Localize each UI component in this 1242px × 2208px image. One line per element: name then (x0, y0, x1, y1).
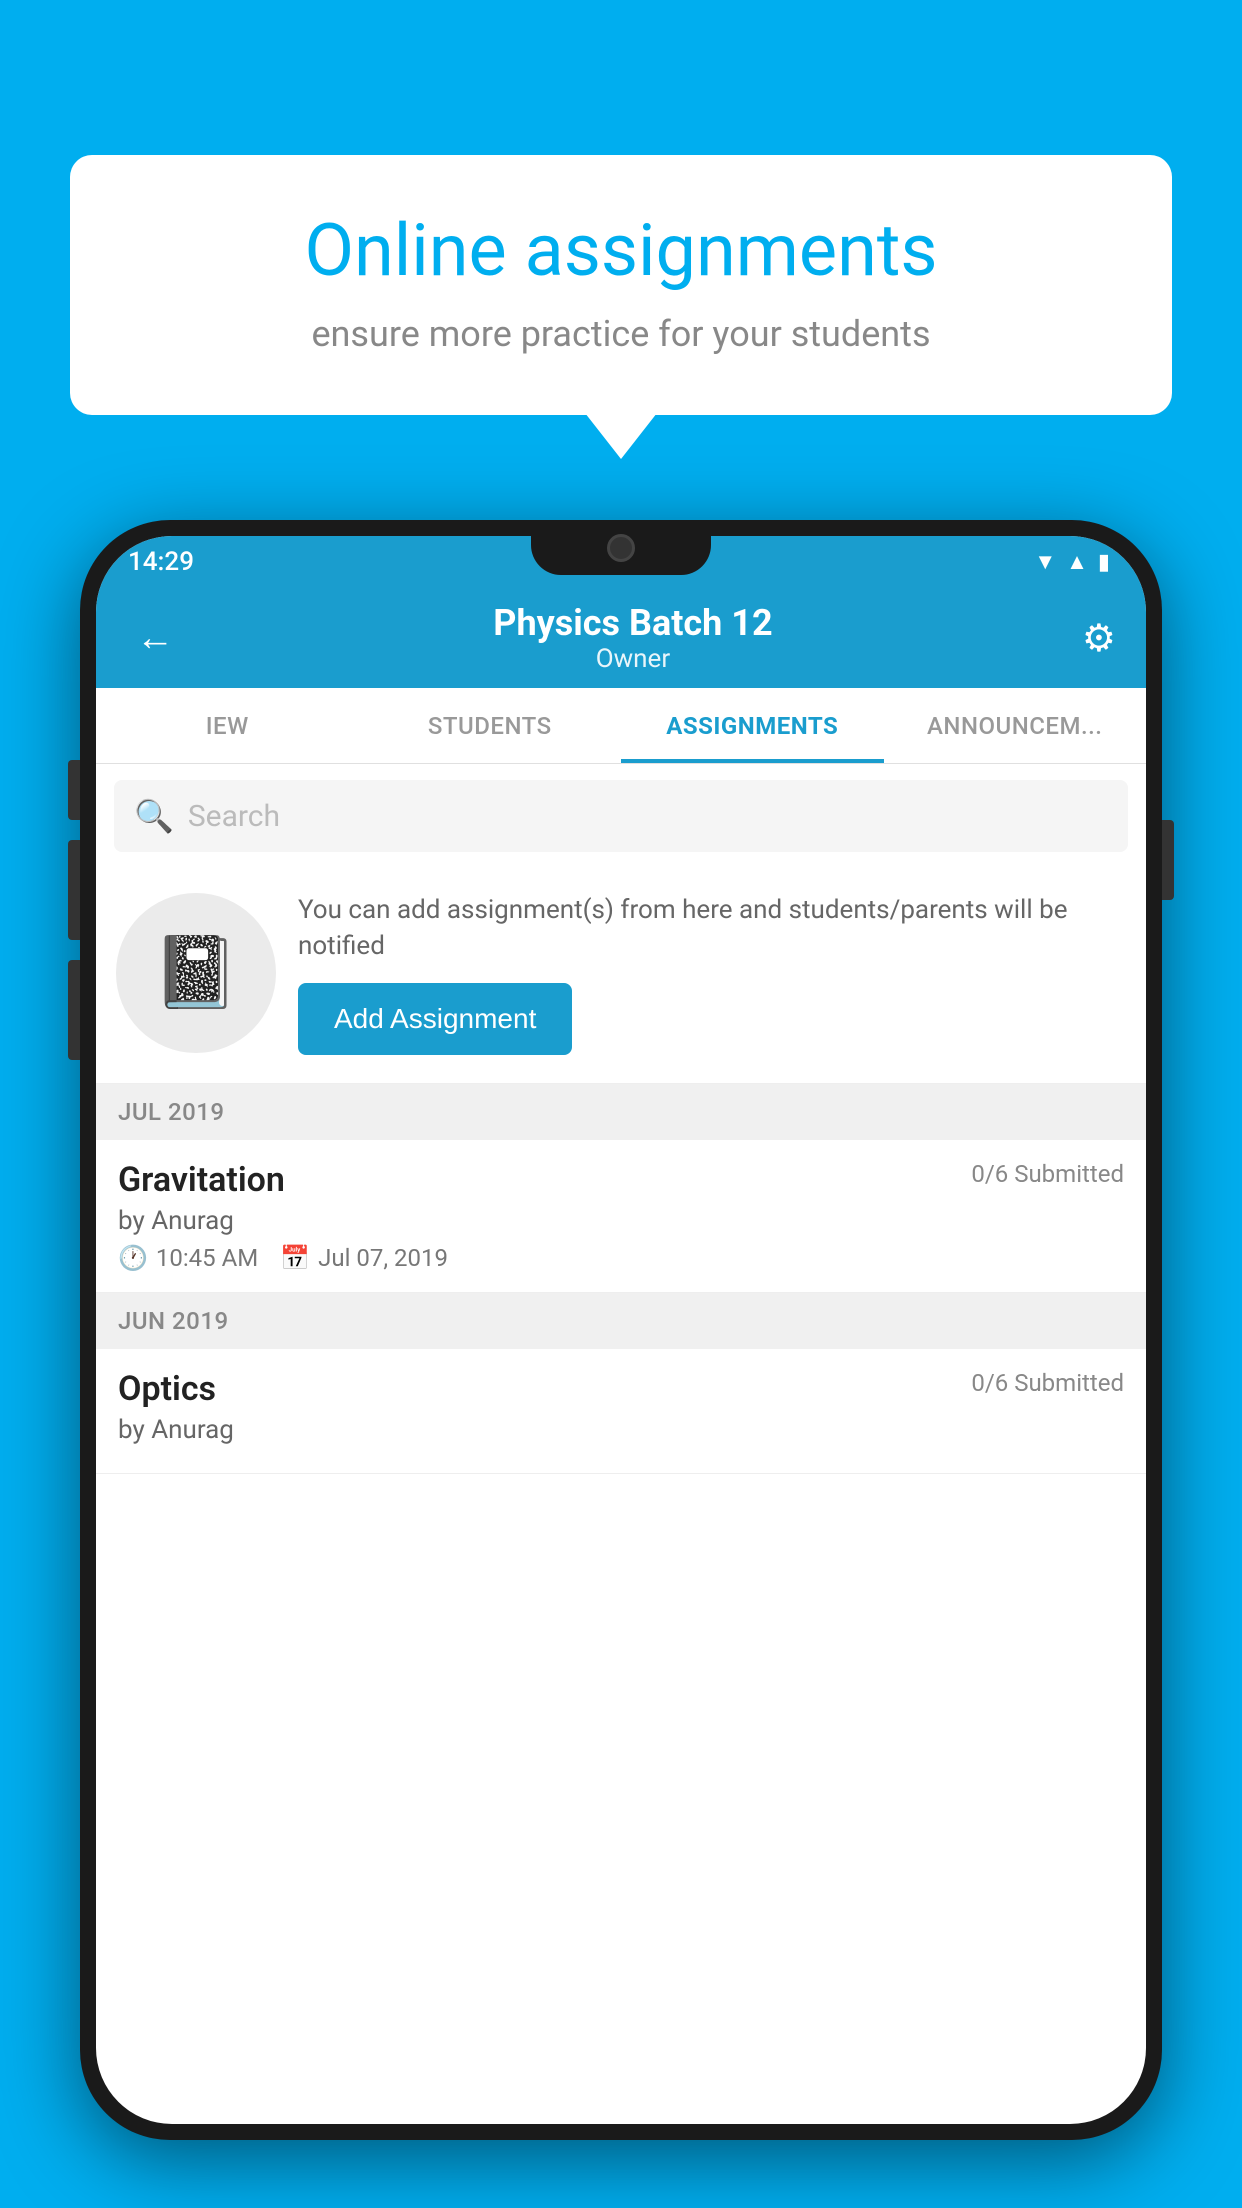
search-container: 🔍 Search (96, 764, 1146, 868)
tab-students[interactable]: STUDENTS (359, 688, 622, 763)
assignment-item-gravitation[interactable]: Gravitation 0/6 Submitted by Anurag 🕐 10… (96, 1140, 1146, 1293)
volume-up-button (68, 840, 80, 940)
top-bar-center: Physics Batch 12 Owner (493, 602, 772, 674)
phone-camera (607, 534, 635, 562)
status-icons: ▼ ▲ ▮ (1034, 549, 1110, 575)
search-icon: 🔍 (134, 797, 174, 835)
notebook-icon: 📓 (152, 932, 239, 1014)
assignment-title-optics: Optics (118, 1369, 216, 1409)
assignment-submitted-optics: 0/6 Submitted (971, 1369, 1124, 1397)
phone-screen: 14:29 ▼ ▲ ▮ ← Physics Batch 12 Owner ⚙ (96, 536, 1146, 2124)
assignment-submitted-gravitation: 0/6 Submitted (971, 1160, 1124, 1188)
screen-content: 14:29 ▼ ▲ ▮ ← Physics Batch 12 Owner ⚙ (96, 536, 1146, 2124)
status-time: 14:29 (128, 547, 194, 577)
search-input[interactable]: Search (188, 799, 280, 834)
speech-bubble: Online assignments ensure more practice … (70, 155, 1172, 415)
add-assignment-content: You can add assignment(s) from here and … (298, 892, 1122, 1055)
tabs-bar: IEW STUDENTS ASSIGNMENTS ANNOUNCEM... (96, 688, 1146, 764)
clock-icon: 🕐 (118, 1244, 148, 1272)
phone-mockup: 14:29 ▼ ▲ ▮ ← Physics Batch 12 Owner ⚙ (80, 520, 1162, 2208)
back-button[interactable]: ← (126, 606, 184, 670)
assignment-title-gravitation: Gravitation (118, 1160, 285, 1200)
search-bar[interactable]: 🔍 Search (114, 780, 1128, 852)
owner-label: Owner (493, 644, 772, 674)
bubble-title: Online assignments (130, 210, 1112, 293)
volume-down-button (68, 960, 80, 1060)
assignment-meta-gravitation: 🕐 10:45 AM 📅 Jul 07, 2019 (118, 1244, 1124, 1272)
assignment-time-gravitation: 🕐 10:45 AM (118, 1244, 258, 1272)
add-assignment-panel: 📓 You can add assignment(s) from here an… (96, 868, 1146, 1084)
assignment-item-header-optics: Optics 0/6 Submitted (118, 1369, 1124, 1409)
calendar-icon: 📅 (280, 1244, 310, 1272)
assignment-item-header: Gravitation 0/6 Submitted (118, 1160, 1124, 1200)
signal-icon: ▲ (1066, 549, 1088, 575)
add-assignment-description: You can add assignment(s) from here and … (298, 892, 1122, 965)
phone-outer: 14:29 ▼ ▲ ▮ ← Physics Batch 12 Owner ⚙ (80, 520, 1162, 2140)
mute-button (68, 760, 80, 820)
section-header-jul: JUL 2019 (96, 1084, 1146, 1140)
assignment-date-gravitation: 📅 Jul 07, 2019 (280, 1244, 448, 1272)
assignment-author-gravitation: by Anurag (118, 1206, 1124, 1236)
tab-announcements[interactable]: ANNOUNCEM... (884, 688, 1147, 763)
bubble-subtitle: ensure more practice for your students (130, 313, 1112, 355)
wifi-icon: ▼ (1034, 549, 1056, 575)
top-bar: ← Physics Batch 12 Owner ⚙ (96, 588, 1146, 688)
assignment-item-optics[interactable]: Optics 0/6 Submitted by Anurag (96, 1349, 1146, 1474)
assignment-icon-circle: 📓 (116, 893, 276, 1053)
battery-icon: ▮ (1098, 550, 1110, 575)
add-assignment-button[interactable]: Add Assignment (298, 983, 572, 1055)
phone-notch (531, 520, 711, 575)
tab-assignments[interactable]: ASSIGNMENTS (621, 688, 884, 763)
settings-button[interactable]: ⚙ (1082, 616, 1116, 661)
section-header-jun: JUN 2019 (96, 1293, 1146, 1349)
tab-iew[interactable]: IEW (96, 688, 359, 763)
speech-bubble-container: Online assignments ensure more practice … (70, 155, 1172, 415)
assignment-author-optics: by Anurag (118, 1415, 1124, 1445)
batch-title: Physics Batch 12 (493, 602, 772, 644)
power-button (1162, 820, 1174, 900)
